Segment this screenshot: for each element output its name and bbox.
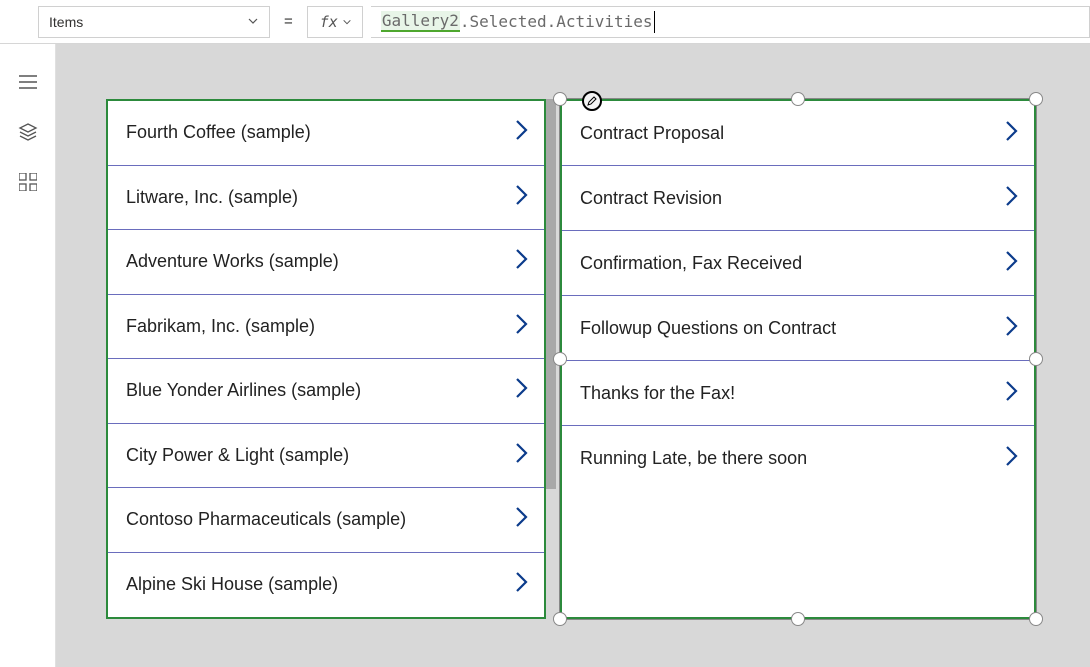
layers-icon[interactable] (18, 122, 38, 142)
chevron-down-icon (247, 14, 259, 30)
chevron-right-icon[interactable] (1004, 183, 1020, 214)
chevron-down-icon (342, 13, 352, 31)
list-item[interactable]: Followup Questions on Contract (562, 296, 1034, 361)
formula-token-rest: .Selected.Activities (460, 12, 653, 31)
list-item[interactable]: Running Late, be there soon (562, 426, 1034, 491)
chevron-right-icon[interactable] (514, 246, 530, 277)
text-cursor (654, 11, 655, 33)
chevron-right-icon[interactable] (514, 569, 530, 600)
list-item-label: Adventure Works (sample) (126, 251, 339, 272)
list-item-label: City Power & Light (sample) (126, 445, 349, 466)
list-item[interactable]: Contract Revision (562, 166, 1034, 231)
list-item[interactable]: Blue Yonder Airlines (sample) (108, 359, 544, 424)
list-item-label: Contract Revision (580, 188, 722, 209)
hamburger-icon[interactable] (18, 72, 38, 92)
chevron-right-icon[interactable] (514, 375, 530, 406)
list-item-label: Followup Questions on Contract (580, 318, 836, 339)
list-item[interactable]: Confirmation, Fax Received (562, 231, 1034, 296)
list-item[interactable]: Fourth Coffee (sample) (108, 101, 544, 166)
formula-token-gallery: Gallery2 (381, 11, 460, 32)
chevron-right-icon[interactable] (514, 440, 530, 471)
galleries-container: Fourth Coffee (sample) Litware, Inc. (sa… (106, 99, 1036, 619)
list-item[interactable]: Adventure Works (sample) (108, 230, 544, 295)
chevron-right-icon[interactable] (514, 182, 530, 213)
list-item[interactable]: Alpine Ski House (sample) (108, 553, 544, 618)
gallery-accounts[interactable]: Fourth Coffee (sample) Litware, Inc. (sa… (106, 99, 546, 619)
chevron-right-icon[interactable] (1004, 118, 1020, 149)
gallery-activities[interactable]: Contract Proposal Contract Revision Conf… (560, 99, 1036, 619)
grid-icon[interactable] (18, 172, 38, 192)
list-item[interactable]: Contract Proposal (562, 101, 1034, 166)
chevron-right-icon[interactable] (1004, 313, 1020, 344)
chevron-right-icon[interactable] (1004, 443, 1020, 474)
property-label: Items (49, 14, 83, 30)
chevron-right-icon[interactable] (1004, 378, 1020, 409)
list-item-label: Confirmation, Fax Received (580, 253, 802, 274)
list-item-label: Contoso Pharmaceuticals (sample) (126, 509, 406, 530)
list-item-label: Litware, Inc. (sample) (126, 187, 298, 208)
chevron-right-icon[interactable] (514, 311, 530, 342)
canvas[interactable]: Fourth Coffee (sample) Litware, Inc. (sa… (56, 44, 1090, 667)
fx-label: fx (320, 13, 338, 31)
list-item-label: Running Late, be there soon (580, 448, 807, 469)
list-item[interactable]: City Power & Light (sample) (108, 424, 544, 489)
fx-button[interactable]: fx (307, 6, 363, 38)
list-item-label: Fourth Coffee (sample) (126, 122, 311, 143)
edit-template-button[interactable] (582, 91, 602, 111)
list-item[interactable]: Contoso Pharmaceuticals (sample) (108, 488, 544, 553)
list-item-label: Alpine Ski House (sample) (126, 574, 338, 595)
formula-input[interactable]: Gallery2.Selected.Activities (371, 6, 1090, 38)
list-item-label: Contract Proposal (580, 123, 724, 144)
chevron-right-icon[interactable] (1004, 248, 1020, 279)
list-item-label: Fabrikam, Inc. (sample) (126, 316, 315, 337)
pencil-icon (587, 96, 597, 106)
scrollbar[interactable] (546, 99, 556, 489)
formula-bar: Items = fx Gallery2.Selected.Activities (0, 0, 1090, 44)
chevron-right-icon[interactable] (514, 117, 530, 148)
list-item-label: Thanks for the Fax! (580, 383, 735, 404)
chevron-right-icon[interactable] (514, 504, 530, 535)
equals-sign: = (278, 13, 299, 30)
list-item[interactable]: Thanks for the Fax! (562, 361, 1034, 426)
list-item[interactable]: Litware, Inc. (sample) (108, 166, 544, 231)
property-dropdown[interactable]: Items (38, 6, 270, 38)
left-rail (0, 44, 56, 667)
list-item[interactable]: Fabrikam, Inc. (sample) (108, 295, 544, 360)
list-item-label: Blue Yonder Airlines (sample) (126, 380, 361, 401)
main-area: Fourth Coffee (sample) Litware, Inc. (sa… (0, 44, 1090, 667)
